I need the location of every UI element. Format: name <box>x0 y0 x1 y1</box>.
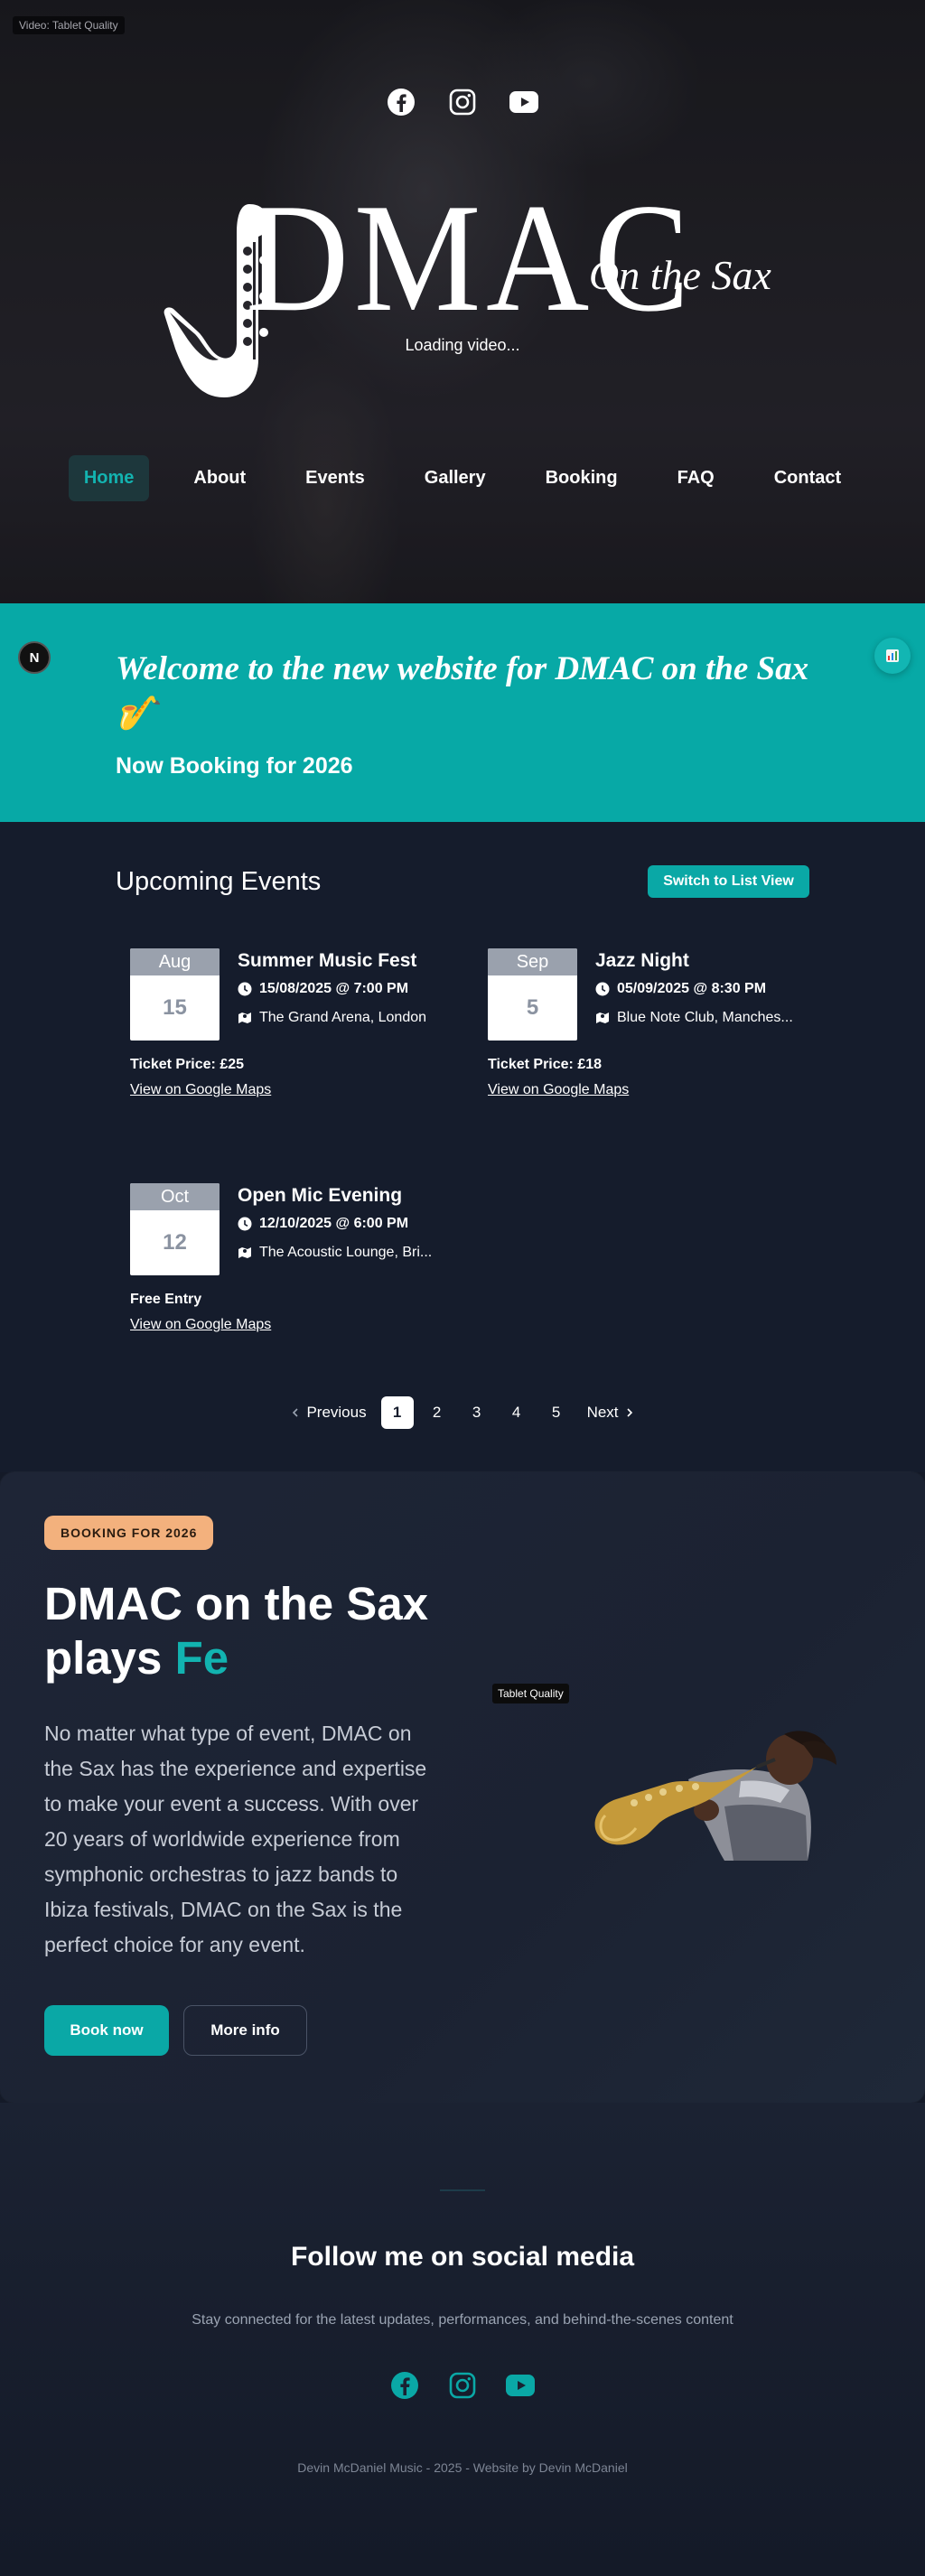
event-location-text: The Acoustic Lounge, Bri... <box>259 1245 433 1260</box>
event-datetime-text: 15/08/2025 @ 7:00 PM <box>259 981 409 996</box>
event-location: The Grand Arena, London <box>238 1010 426 1026</box>
page-number[interactable]: 2 <box>421 1396 453 1429</box>
clock-icon <box>238 1217 252 1231</box>
instagram-icon[interactable] <box>447 87 478 117</box>
event-datetime-text: 12/10/2025 @ 6:00 PM <box>259 1216 409 1231</box>
more-info-button[interactable]: More info <box>183 2005 307 2056</box>
logo-tagline: On the Sax <box>589 252 771 298</box>
hero-social-links <box>0 87 925 117</box>
event-month: Oct <box>130 1183 220 1210</box>
main-nav: Home About Events Gallery Booking FAQ Co… <box>0 455 925 501</box>
events-section: Upcoming Events Switch to List View Aug … <box>0 822 925 1472</box>
youtube-icon[interactable] <box>505 2370 536 2401</box>
map-icon <box>238 1247 251 1258</box>
social-subtitle: Stay connected for the latest updates, p… <box>192 2312 733 2328</box>
pagination-next[interactable]: Next <box>580 1396 642 1429</box>
nav-item-gallery[interactable]: Gallery <box>409 455 501 501</box>
n-badge-icon[interactable]: N <box>18 641 51 674</box>
clock-icon <box>238 982 252 996</box>
facebook-icon[interactable] <box>389 2370 420 2401</box>
nav-item-home[interactable]: Home <box>68 455 150 501</box>
event-datetime: 05/09/2025 @ 8:30 PM <box>595 981 766 997</box>
event-day: 15 <box>163 995 187 1020</box>
video-quality-badge: Video: Tablet Quality <box>13 16 125 34</box>
event-name: Jazz Night <box>595 950 689 971</box>
youtube-icon[interactable] <box>509 87 539 117</box>
booking-title-line1: DMAC on the Sax <box>44 1578 429 1629</box>
booking-title-line2: plays <box>44 1632 163 1684</box>
google-maps-link[interactable]: View on Google Maps <box>130 1082 271 1098</box>
event-location: The Acoustic Lounge, Bri... <box>238 1245 432 1261</box>
event-name: Summer Music Fest <box>238 950 417 971</box>
book-now-button[interactable]: Book now <box>44 2005 169 2056</box>
event-date-badge: Sep 5 <box>488 948 577 1041</box>
footer-social-links <box>0 2370 925 2401</box>
booking-description: No matter what type of event, DMAC on th… <box>44 1722 427 1956</box>
event-month: Aug <box>130 948 220 975</box>
events-title: Upcoming Events <box>116 867 322 896</box>
map-icon <box>596 1013 609 1023</box>
nav-item-about[interactable]: About <box>178 455 261 501</box>
social-title: Follow me on social media <box>290 2242 635 2272</box>
page-number[interactable]: 5 <box>540 1396 573 1429</box>
event-price: Ticket Price: £25 <box>130 1057 245 1072</box>
event-location-text: Blue Note Club, Manches... <box>617 1010 793 1025</box>
saxophone-player-image <box>594 1731 836 1861</box>
page-number[interactable]: 1 <box>380 1396 414 1429</box>
copyright-text: Devin McDaniel Music - 2025 - Website by… <box>297 2460 628 2475</box>
nav-item-booking[interactable]: Booking <box>530 455 633 501</box>
event-day: 12 <box>163 1230 187 1255</box>
chevron-left-icon <box>293 1408 299 1417</box>
page-number[interactable]: 4 <box>500 1396 533 1429</box>
chart-icon[interactable] <box>874 638 911 674</box>
map-icon <box>238 1013 251 1023</box>
pagination-previous[interactable]: Previous <box>283 1396 373 1429</box>
facebook-icon[interactable] <box>386 87 416 117</box>
social-section: Follow me on social media Stay connected… <box>0 2103 925 2576</box>
event-day: 5 <box>526 995 539 1020</box>
google-maps-link[interactable]: View on Google Maps <box>488 1082 629 1098</box>
nav-item-faq[interactable]: FAQ <box>662 455 730 501</box>
event-datetime: 15/08/2025 @ 7:00 PM <box>238 981 408 997</box>
section-divider <box>440 2189 485 2191</box>
event-datetime-text: 05/09/2025 @ 8:30 PM <box>617 981 767 996</box>
hero-section: Video: Tablet Quality DMAC On the Sax Lo… <box>0 0 925 603</box>
event-price: Free Entry <box>130 1292 202 1307</box>
event-price: Ticket Price: £18 <box>488 1057 603 1072</box>
nav-item-events[interactable]: Events <box>290 455 380 501</box>
pagination-previous-label: Previous <box>306 1404 367 1421</box>
booking-title-accent: Fe <box>174 1632 229 1684</box>
event-date-badge: Aug 15 <box>130 948 220 1041</box>
video-loading-text: Loading video... <box>405 336 520 354</box>
event-location: Blue Note Club, Manches... <box>595 1010 793 1026</box>
quality-badge: Tablet Quality <box>492 1684 569 1703</box>
booking-title: DMAC on the Sax plays Fe <box>44 1577 442 1685</box>
event-name: Open Mic Evening <box>238 1185 403 1206</box>
pagination: Previous 1 2 3 4 5 Next <box>0 1396 925 1429</box>
booking-badge: BOOKING FOR 2026 <box>44 1516 214 1550</box>
event-month: Sep <box>488 948 577 975</box>
welcome-title: Welcome to the new website for DMAC on t… <box>116 650 809 733</box>
clock-icon <box>595 982 610 996</box>
pagination-next-label: Next <box>586 1404 619 1421</box>
google-maps-link[interactable]: View on Google Maps <box>130 1317 271 1333</box>
switch-view-button[interactable]: Switch to List View <box>648 865 809 898</box>
welcome-subtitle: Now Booking for 2026 <box>116 753 353 779</box>
booking-card: BOOKING FOR 2026 DMAC on the Sax plays F… <box>0 1472 925 2103</box>
event-location-text: The Grand Arena, London <box>259 1010 427 1025</box>
chevron-right-icon <box>626 1408 632 1417</box>
welcome-banner: N Welcome to the new website for DMAC on… <box>0 603 925 822</box>
nav-item-contact[interactable]: Contact <box>759 455 856 501</box>
event-date-badge: Oct 12 <box>130 1183 220 1275</box>
site-logo[interactable]: DMAC On the Sax <box>159 181 773 405</box>
event-datetime: 12/10/2025 @ 6:00 PM <box>238 1216 408 1232</box>
instagram-icon[interactable] <box>447 2370 478 2401</box>
page-number[interactable]: 3 <box>461 1396 493 1429</box>
